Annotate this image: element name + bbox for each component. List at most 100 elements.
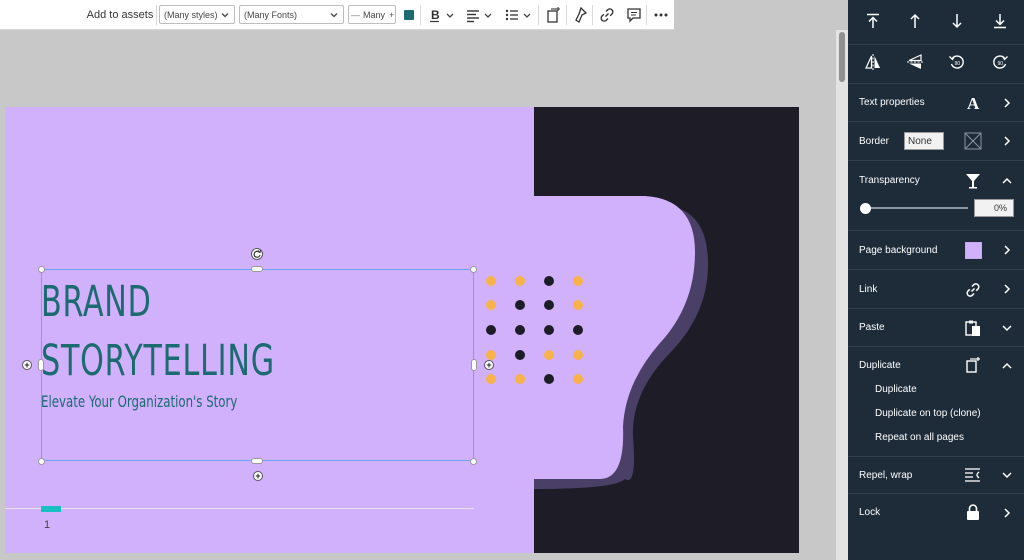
toolbar-separator: [646, 5, 647, 25]
transparency-label: Transparency: [859, 175, 920, 186]
send-backward-icon[interactable]: [947, 11, 967, 31]
lock-row[interactable]: Lock: [848, 493, 1024, 531]
fonts-select-value: (Many Fonts): [244, 9, 298, 20]
pattern-dot: [515, 300, 525, 310]
link-row[interactable]: Link: [848, 269, 1024, 308]
repel-wrap-label: Repel, wrap: [859, 470, 913, 481]
chevron-right-icon: [1004, 284, 1011, 294]
more-options-icon[interactable]: [651, 5, 671, 25]
send-to-back-icon[interactable]: [990, 11, 1010, 31]
duplicate-label[interactable]: Duplicate: [859, 360, 901, 371]
chevron-down-icon[interactable]: [520, 5, 534, 25]
lock-label: Lock: [859, 507, 881, 518]
resize-handle[interactable]: [38, 458, 45, 465]
svg-text:90: 90: [955, 61, 961, 67]
pattern-dot: [544, 350, 554, 360]
toolbar-separator: [566, 5, 567, 25]
resize-handle-bottom[interactable]: [251, 458, 263, 464]
properties-panel: 90 90 Text properties A Border None Tran…: [848, 0, 1024, 560]
transparency-input[interactable]: 0%: [974, 199, 1014, 217]
lock-icon: [967, 504, 979, 520]
page-number: 1: [44, 519, 51, 531]
border-row[interactable]: Border None: [848, 121, 1024, 160]
resize-handle[interactable]: [470, 458, 477, 465]
font-size-stepper[interactable]: — Many +: [348, 5, 396, 24]
link-icon: [966, 283, 980, 297]
pattern-dot: [486, 325, 496, 335]
duplicate-icon[interactable]: [543, 5, 563, 25]
text-properties-row[interactable]: Text properties A: [848, 83, 1024, 121]
styles-select[interactable]: (Many styles): [159, 5, 235, 24]
chevron-down-icon[interactable]: [481, 5, 495, 25]
pattern-dot: [573, 325, 583, 335]
pattern-dot: [515, 325, 525, 335]
flip-vertical-icon[interactable]: [905, 52, 925, 72]
format-painter-icon[interactable]: [570, 5, 590, 25]
rotate-right-icon[interactable]: 90: [990, 52, 1010, 72]
duplicate-option[interactable]: Duplicate: [875, 384, 917, 395]
pattern-dot: [573, 374, 583, 384]
transparency-slider-track[interactable]: [865, 207, 968, 209]
slide-canvas[interactable]: + + + BRAND STORYTELLING Elevate Your Or…: [5, 107, 799, 553]
chevron-down-icon[interactable]: [443, 5, 457, 25]
pattern-dot: [515, 276, 525, 286]
add-right-icon[interactable]: +: [484, 360, 494, 370]
transparency-slider-thumb[interactable]: [860, 203, 871, 214]
page-background-row[interactable]: Page background: [848, 230, 1024, 269]
chevron-down-icon: [1002, 472, 1012, 479]
comment-icon[interactable]: [624, 5, 644, 25]
bring-to-front-icon[interactable]: [863, 11, 883, 31]
pattern-dot: [515, 350, 525, 360]
chevron-right-icon: [1004, 508, 1011, 518]
vertical-scrollbar-thumb[interactable]: [839, 32, 845, 82]
resize-handle[interactable]: [38, 266, 45, 273]
slide-subtitle[interactable]: Elevate Your Organization's Story: [41, 392, 237, 411]
pattern-dot: [544, 276, 554, 286]
resize-handle-right[interactable]: [471, 359, 477, 371]
bulleted-list-icon[interactable]: [502, 5, 522, 25]
chevron-up-icon[interactable]: [1000, 174, 1014, 188]
fonts-select[interactable]: (Many Fonts): [239, 5, 344, 24]
toolbar-separator: [538, 5, 539, 25]
pattern-dot: [573, 300, 583, 310]
resize-handle-top[interactable]: [251, 266, 263, 272]
transparency-glass-icon: [966, 174, 980, 189]
rotate-arrow-icon: [253, 249, 261, 258]
flip-horizontal-icon[interactable]: [863, 52, 883, 72]
paste-row[interactable]: Paste: [848, 308, 1024, 346]
add-to-assets-button[interactable]: Add to assets: [86, 0, 154, 30]
text-properties-label: Text properties: [859, 97, 925, 108]
size-increase-button[interactable]: +: [389, 10, 394, 20]
repeat-on-all-pages-option[interactable]: Repeat on all pages: [875, 432, 964, 443]
pattern-dot: [515, 374, 525, 384]
svg-text:90: 90: [998, 61, 1004, 67]
page-background-swatch[interactable]: [965, 242, 982, 259]
footer-accent-bar: [41, 506, 61, 512]
rotate-handle-icon[interactable]: [251, 248, 263, 260]
resize-handle[interactable]: [470, 266, 477, 273]
svg-text:A: A: [967, 94, 980, 112]
chevron-up-icon[interactable]: [1000, 359, 1014, 373]
bring-forward-icon[interactable]: [905, 11, 925, 31]
align-left-icon[interactable]: [463, 5, 483, 25]
repel-wrap-row[interactable]: Repel, wrap: [848, 456, 1024, 493]
border-select[interactable]: None: [904, 132, 944, 150]
footer-line: [5, 508, 474, 509]
duplicate-on-top-option[interactable]: Duplicate on top (clone): [875, 408, 981, 419]
pattern-dot: [544, 374, 554, 384]
pattern-dot: [486, 350, 496, 360]
rotate-left-icon[interactable]: 90: [947, 52, 967, 72]
size-decrease-button[interactable]: —: [351, 10, 360, 20]
paste-label: Paste: [859, 322, 885, 333]
add-left-icon[interactable]: +: [22, 360, 32, 370]
add-below-icon[interactable]: +: [253, 471, 263, 481]
text-color-swatch[interactable]: [404, 10, 414, 20]
slide-title-line2[interactable]: STORYTELLING: [41, 337, 275, 385]
slide-title-line1[interactable]: BRAND: [41, 278, 152, 326]
vertical-scrollbar-track[interactable]: [836, 30, 848, 560]
link-icon[interactable]: [597, 5, 617, 25]
styles-select-value: (Many styles): [164, 9, 218, 20]
bold-icon[interactable]: B: [425, 5, 445, 25]
chevron-right-icon: [1004, 136, 1011, 146]
duplicate-icon: [966, 357, 980, 373]
